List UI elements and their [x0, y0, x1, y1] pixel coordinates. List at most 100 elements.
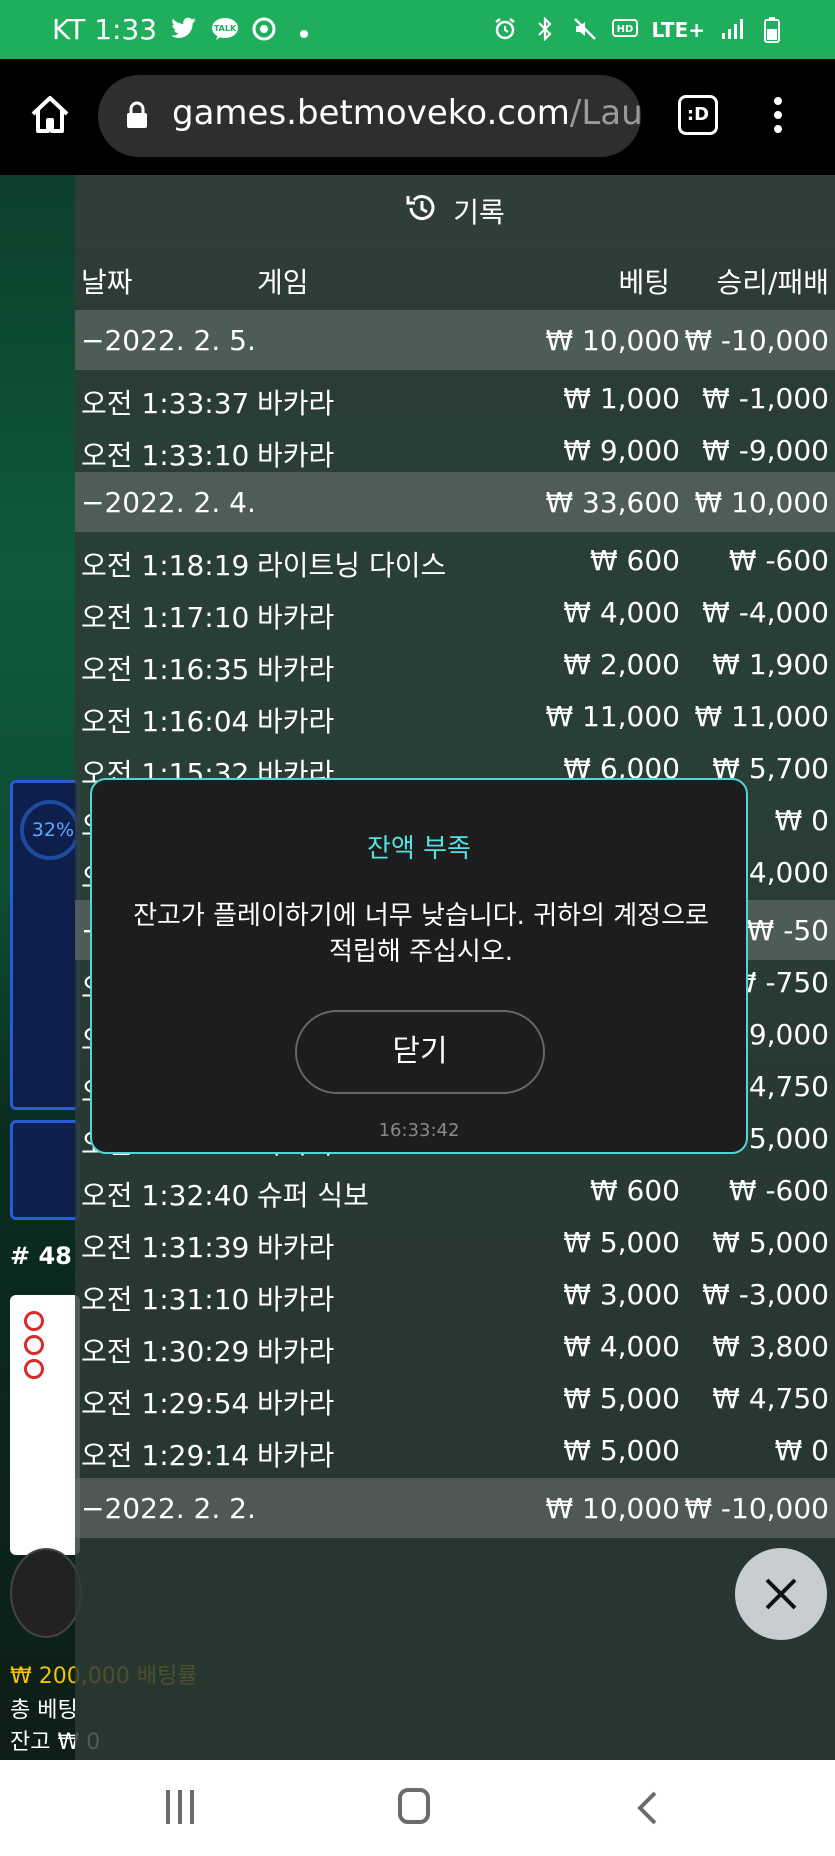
history-date-row: −2022. 2. 4. ₩ 33,600 ₩ 10,000 — [75, 472, 835, 532]
chrome-icon — [251, 17, 277, 43]
dot-icon — [291, 17, 317, 43]
history-row: 오전 1:31:39 바카라 ₩ 5,000 ₩ 5,000 — [75, 1212, 835, 1272]
url-path: /Laur — [569, 93, 641, 133]
road-dot — [24, 1311, 44, 1331]
history-row: 오전 1:31:10 바카라 ₩ 3,000 ₩ -3,000 — [75, 1264, 835, 1324]
dialog-title: 잔액 부족 — [367, 834, 471, 864]
row-result: ₩ -4,000 — [702, 596, 829, 629]
chip-selector-button[interactable] — [10, 1548, 82, 1638]
url-domain: games.betmoveko.com — [172, 93, 570, 133]
row-game: 바카라 — [257, 1283, 335, 1316]
mute-icon — [572, 17, 598, 43]
history-date-row: −2022. 2. 5. ₩ 10,000 ₩ -10,000 — [75, 310, 835, 370]
row-time: 오전 1:33:37 — [81, 387, 250, 420]
more-menu-icon[interactable] — [770, 97, 786, 137]
url-text: games.betmoveko.com/Laur — [172, 93, 641, 133]
address-bar[interactable]: games.betmoveko.com/Laur — [98, 75, 641, 157]
percent-indicator: 32% — [20, 800, 80, 860]
row-result: ₩ 4,750 — [712, 1382, 829, 1415]
row-result: ₩ 11,000 — [694, 700, 829, 733]
row-time: 오전 1:31:39 — [81, 1231, 250, 1264]
row-game: 바카라 — [257, 1335, 335, 1368]
row-date: −2022. 2. 4. — [81, 486, 256, 519]
recent-apps-icon[interactable] — [166, 1790, 196, 1824]
row-bet: ₩ 9,000 — [563, 434, 680, 467]
alarm-icon — [492, 17, 518, 43]
browser-toolbar: games.betmoveko.com/Laur :D — [0, 59, 835, 175]
battery-icon — [759, 16, 785, 43]
talk-badge: TALK — [214, 24, 237, 33]
row-result: ₩ -10,000 — [684, 1492, 829, 1525]
row-result: ₩ -50 — [746, 914, 829, 947]
nav-home-icon[interactable] — [398, 1788, 430, 1824]
history-row: 오전 1:33:37 바카라 ₩ 1,000 ₩ -1,000 — [75, 368, 835, 428]
row-bet: ₩ 5,000 — [563, 1226, 680, 1259]
svg-text:HD: HD — [616, 24, 633, 35]
row-game: 바카라 — [257, 601, 335, 634]
road-dot — [24, 1359, 44, 1379]
row-bet: ₩ 33,600 — [545, 486, 680, 519]
hd-icon: HD — [611, 17, 638, 43]
dialog-message: 잔고가 플레이하기에 너무 낮습니다. 귀하의 계정으로 적립해 주십시오. — [133, 901, 709, 967]
close-history-button[interactable] — [735, 1548, 827, 1640]
history-table-header: 날짜 게임 베팅 승리/패배 — [75, 247, 835, 309]
header-bet: 베팅 — [618, 266, 670, 299]
header-date: 날짜 — [81, 266, 133, 299]
back-icon[interactable] — [635, 1790, 659, 1826]
header-result: 승리/패배 — [716, 266, 829, 299]
row-bet: ₩ 2,000 — [563, 648, 680, 681]
close-button[interactable]: 닫기 — [295, 1010, 545, 1094]
status-bar: KT 1:33 TALK HD LTE+ — [0, 0, 835, 59]
twitter-icon — [171, 17, 197, 43]
row-game: 바카라 — [257, 387, 335, 420]
row-game: 바카라 — [257, 705, 335, 738]
history-row: 오전 1:32:40 슈퍼 식보 ₩ 600 ₩ -600 — [75, 1160, 835, 1220]
row-date: −2022. 2. 2. — [81, 1492, 256, 1525]
history-row: 오전 1:29:54 바카라 ₩ 5,000 ₩ 4,750 — [75, 1368, 835, 1428]
row-game: 슈퍼 식보 — [257, 1179, 369, 1212]
row-date: −2022. 2. 5. — [81, 324, 256, 357]
row-result: ₩ 0 — [774, 804, 829, 837]
row-bet: ₩ 11,000 — [545, 700, 680, 733]
row-game: 바카라 — [257, 653, 335, 686]
history-clock-icon — [405, 191, 439, 232]
history-title-text: 기록 — [453, 196, 505, 229]
row-result: ₩ -10,000 — [684, 324, 829, 357]
history-row: 오전 1:16:35 바카라 ₩ 2,000 ₩ 1,900 — [75, 634, 835, 694]
header-game: 게임 — [257, 266, 309, 299]
row-time: 오전 1:17:10 — [81, 601, 250, 634]
row-time: 오전 1:30:29 — [81, 1335, 250, 1368]
row-bet: ₩ 5,000 — [563, 1434, 680, 1467]
history-row: 오전 1:18:19 라이트닝 다이스 ₩ 600 ₩ -600 — [75, 530, 835, 590]
row-time: 오전 1:29:14 — [81, 1439, 250, 1472]
round-number: # 48 — [10, 1242, 72, 1270]
history-row: 오전 1:17:10 바카라 ₩ 4,000 ₩ -4,000 — [75, 582, 835, 642]
row-game: 바카라 — [257, 1439, 335, 1472]
bluetooth-icon — [532, 15, 558, 43]
row-time: 오전 1:29:54 — [81, 1387, 250, 1420]
history-row: 오전 1:33:10 바카라 ₩ 9,000 ₩ -9,000 — [75, 420, 835, 480]
row-result: ₩ -1,000 — [702, 382, 829, 415]
lte-icon: LTE+ — [651, 17, 706, 42]
row-result: ₩ 3,800 — [712, 1330, 829, 1363]
row-game: 바카라 — [257, 1231, 335, 1264]
roadmap-board — [10, 1295, 80, 1555]
tab-switcher-button[interactable]: :D — [678, 95, 718, 135]
dialog-timestamp: 16:33:42 — [378, 1120, 460, 1141]
row-result: ₩ 0 — [774, 1434, 829, 1467]
history-row: 오전 1:30:29 바카라 ₩ 4,000 ₩ 3,800 — [75, 1316, 835, 1376]
row-game: 바카라 — [257, 1387, 335, 1420]
history-row: 오전 1:16:04 바카라 ₩ 11,000 ₩ 11,000 — [75, 686, 835, 746]
talk-icon: TALK — [211, 17, 239, 43]
lock-icon — [126, 101, 148, 129]
row-bet: ₩ 4,000 — [563, 596, 680, 629]
row-bet: ₩ 1,000 — [563, 382, 680, 415]
row-time: 오전 1:18:19 — [81, 549, 250, 582]
row-bet: ₩ 4,000 — [563, 1330, 680, 1363]
bet-panel-secondary[interactable] — [10, 1120, 80, 1220]
row-result: ₩ 1,900 — [712, 648, 829, 681]
road-dot — [24, 1335, 44, 1355]
history-title: 기록 — [75, 175, 835, 247]
home-icon[interactable] — [28, 93, 72, 137]
row-result: ₩ 5,000 — [712, 1226, 829, 1259]
